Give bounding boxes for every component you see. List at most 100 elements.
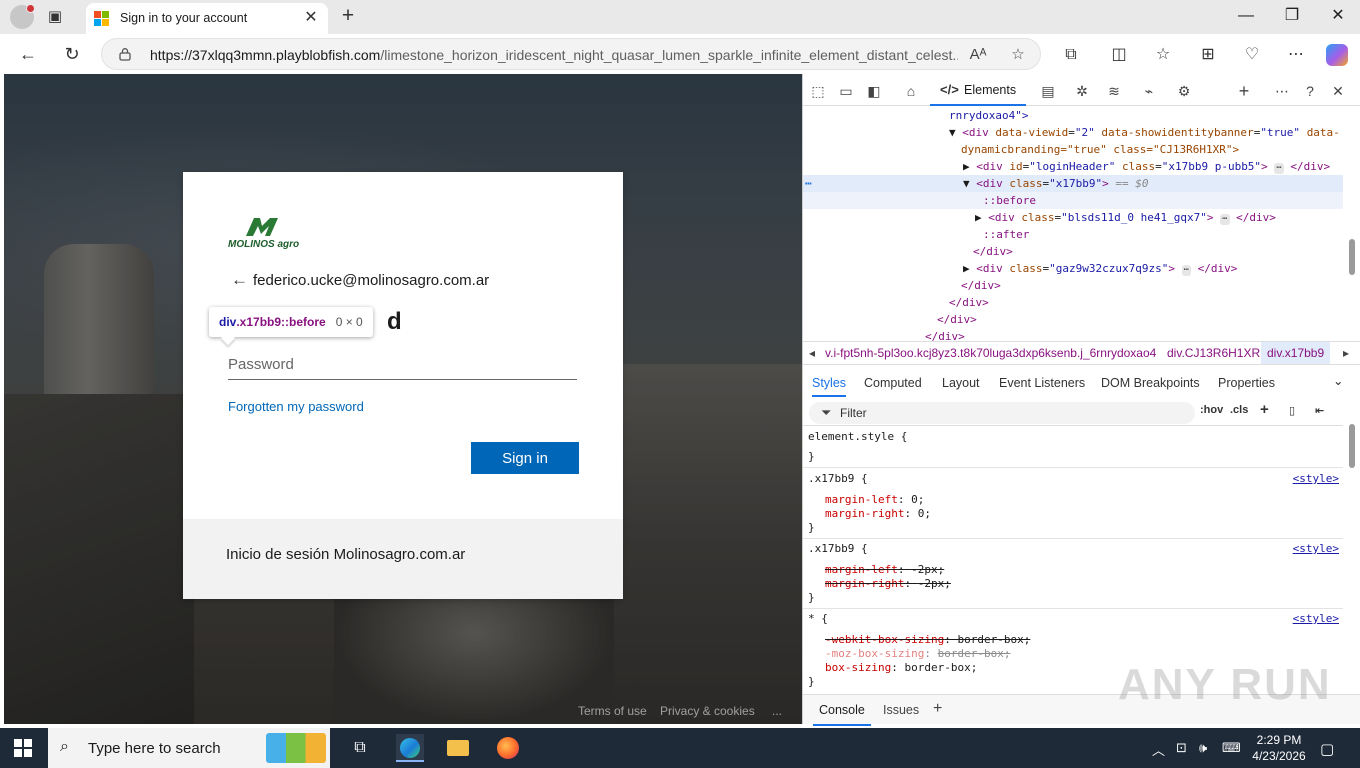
profile-avatar-icon[interactable] [10, 4, 35, 29]
new-rule-plus-icon[interactable]: + [1260, 401, 1269, 418]
dom-node[interactable]: </div> [803, 243, 1343, 260]
new-tab-icon[interactable]: + [338, 5, 358, 28]
notifications-icon[interactable]: ▢ [1320, 740, 1334, 758]
sources-bug-icon[interactable]: ✲ [1073, 82, 1091, 100]
browser-essentials-icon[interactable]: ♡ [1241, 44, 1263, 66]
copilot-icon[interactable] [1326, 44, 1348, 66]
close-devtools-icon[interactable]: ✕ [1329, 82, 1347, 100]
tab-active[interactable]: Sign in to your account ✕ [86, 3, 328, 34]
hover-state-button[interactable]: :hov [1200, 404, 1223, 416]
tab-computed[interactable]: Computed [864, 376, 922, 390]
task-view-icon[interactable]: ⧉ [346, 734, 374, 762]
favorites-icon[interactable]: ☆ [1152, 44, 1174, 66]
extensions-icon[interactable]: ⧉ [1060, 44, 1082, 66]
dom-node-pseudo[interactable]: ::after [803, 226, 1343, 243]
file-explorer-icon[interactable] [444, 734, 472, 762]
dom-node-pseudo[interactable]: ::before [803, 192, 1343, 209]
styles-filter-input[interactable]: ⏷ Filter [809, 402, 1195, 424]
rule-source-link[interactable]: <style> [1293, 472, 1339, 485]
favorite-star-icon[interactable]: ☆ [1008, 45, 1028, 65]
dom-node[interactable]: </div> [803, 328, 1343, 341]
dom-scrollbar[interactable] [1349, 239, 1355, 275]
address-bar[interactable]: https://37xlqq3mmn.playblobfish.com/lime… [101, 38, 1041, 70]
dom-tree[interactable]: rnrydoxao4"> ▼ <div data-viewid="2" data… [803, 107, 1343, 341]
breadcrumb-prev-icon[interactable]: ◂ [809, 342, 815, 364]
rule-selector[interactable]: .x17bb9 { [808, 542, 868, 556]
dock-side-icon[interactable]: ◧ [865, 82, 883, 100]
windows-start-icon[interactable] [14, 739, 32, 757]
rule-declaration[interactable]: margin-left: 0; [825, 493, 924, 507]
dom-node[interactable]: </div> [803, 294, 1343, 311]
node-options-icon[interactable]: ⋯ [803, 175, 823, 192]
drawer-add-tab-icon[interactable]: + [933, 700, 942, 718]
network-wifi-icon[interactable]: ≋ [1105, 82, 1123, 100]
more-options-link[interactable]: ... [772, 704, 782, 718]
lock-icon[interactable] [118, 47, 132, 61]
styles-scrollbar[interactable] [1349, 424, 1355, 468]
tab-actions-icon[interactable]: ▣ [46, 8, 64, 26]
tab-event-listeners[interactable]: Event Listeners [999, 376, 1085, 390]
chevron-down-icon[interactable]: ⌄ [1333, 373, 1343, 388]
styles-rules[interactable]: element.style { } .x17bb9 { <style> marg… [803, 426, 1343, 691]
rule-selector[interactable]: element.style { [808, 430, 907, 444]
refresh-icon[interactable]: ↻ [61, 43, 83, 65]
taskbar-search[interactable]: ⌕ Type here to search [48, 728, 330, 768]
network-icon[interactable]: ⊡ [1176, 740, 1187, 756]
dom-node[interactable]: ▶ <div id="loginHeader" class="x17bb9 p-… [803, 158, 1343, 175]
collections-icon[interactable]: ⊞ [1197, 44, 1219, 66]
rule-declaration[interactable]: box-sizing: border-box; [825, 661, 977, 675]
edge-browser-icon[interactable] [396, 734, 424, 762]
dom-node[interactable]: ▶ <div class="gaz9w32czux7q9zs"> ⋯ </div… [803, 260, 1343, 277]
tab-close-icon[interactable]: ✕ [302, 9, 320, 27]
window-close-icon[interactable]: ✕ [1328, 6, 1348, 26]
tab-console[interactable]: Console [813, 703, 871, 726]
url-text[interactable]: https://37xlqq3mmn.playblobfish.com/lime… [150, 47, 958, 63]
dom-node[interactable]: </div> [803, 311, 1343, 328]
rule-selector[interactable]: .x17bb9 { [808, 472, 868, 486]
breadcrumb-next-icon[interactable]: ▸ [1343, 342, 1349, 364]
dom-node-selected[interactable]: ▼ <div class="x17bb9"> == $0 [803, 175, 1343, 192]
read-aloud-icon[interactable]: Aᴬ [968, 45, 988, 65]
split-screen-icon[interactable]: ◫ [1108, 44, 1130, 66]
tab-dom-breakpoints[interactable]: DOM Breakpoints [1101, 376, 1200, 390]
breadcrumb-item[interactable]: v.i-fpt5nh-5pl3oo.kcj8yz3.t8k70luga3dxp6… [825, 342, 1156, 364]
rule-declaration-overridden[interactable]: margin-right: -2px; [825, 577, 951, 591]
rule-declaration-inactive[interactable]: -moz-box-sizing: border-box; [825, 647, 1010, 661]
password-field[interactable] [228, 350, 577, 380]
volume-icon[interactable]: 🕪 [1199, 740, 1207, 756]
restore-icon[interactable]: ❐ [1282, 6, 1302, 26]
dom-node[interactable]: ▶ <div class="blsds11d_0 he41_gqx7"> ⋯ <… [803, 209, 1343, 226]
rule-source-link[interactable]: <style> [1293, 612, 1339, 625]
firefox-icon[interactable] [494, 734, 522, 762]
tab-properties[interactable]: Properties [1218, 376, 1275, 390]
performance-icon[interactable]: ⌁ [1140, 82, 1158, 100]
paint-brush-icon[interactable]: ▯ [1289, 404, 1295, 417]
more-menu-icon[interactable]: ⋯ [1285, 44, 1307, 66]
tab-layout[interactable]: Layout [942, 376, 980, 390]
minimize-icon[interactable]: — [1236, 6, 1256, 26]
inspect-element-icon[interactable]: ⬚ [809, 82, 827, 100]
breadcrumb-item[interactable]: div.CJ13R6H1XR [1167, 342, 1260, 364]
rule-declaration-overridden[interactable]: margin-left: -2px; [825, 563, 944, 577]
rule-declaration-overridden[interactable]: -webkit-box-sizing: border-box; [825, 633, 1030, 647]
forgot-password-link[interactable]: Forgotten my password [228, 399, 364, 414]
tray-chevron-up-icon[interactable]: ︿ [1152, 740, 1165, 759]
keyboard-icon[interactable]: ⌨ [1222, 740, 1241, 756]
class-toggle-button[interactable]: .cls [1230, 404, 1248, 416]
settings-gear-icon[interactable]: ⚙ [1175, 82, 1193, 100]
tab-issues[interactable]: Issues [883, 703, 919, 717]
sign-in-button[interactable]: Sign in [471, 442, 579, 474]
computed-sidebar-icon[interactable]: ⇤ [1315, 404, 1324, 417]
tab-styles[interactable]: Styles [812, 376, 847, 397]
privacy-link[interactable]: Privacy & cookies [660, 704, 755, 718]
welcome-home-icon[interactable]: ⌂ [902, 82, 920, 100]
devtools-more-icon[interactable]: ⋯ [1273, 82, 1291, 100]
console-icon[interactable]: ▤ [1039, 82, 1057, 100]
back-icon[interactable]: ← [17, 43, 39, 65]
system-clock[interactable]: 2:29 PM 4/23/2026 [1244, 732, 1314, 764]
dom-node[interactable]: ▼ <div data-viewid="2" data-showidentity… [803, 124, 1343, 141]
device-emulation-icon[interactable]: ▭ [837, 82, 855, 100]
dom-node[interactable]: rnrydoxao4"> [803, 107, 1343, 124]
tab-elements[interactable]: </> Elements [930, 74, 1026, 106]
breadcrumb-item-active[interactable]: div.x17bb9 [1261, 342, 1331, 364]
